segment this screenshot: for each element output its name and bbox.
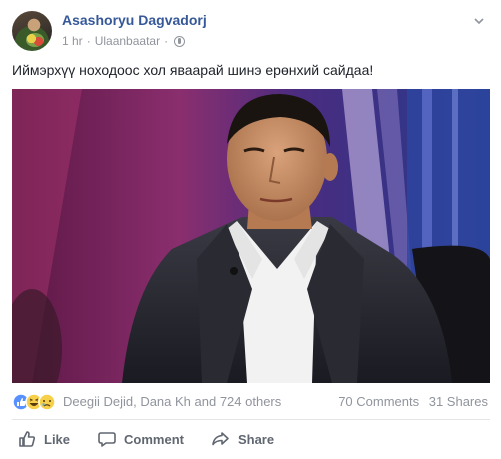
reaction-icons[interactable] <box>12 393 60 411</box>
comments-count[interactable]: 70 Comments <box>338 394 419 409</box>
shares-count[interactable]: 31 Shares <box>429 394 488 409</box>
post-meta: 1 hr · Ulaanbaatar · <box>62 34 186 48</box>
share-button[interactable]: Share <box>206 425 280 453</box>
globe-icon[interactable] <box>174 35 186 47</box>
share-icon <box>212 432 229 446</box>
actions-divider <box>12 419 490 420</box>
reaction-names[interactable]: Deegii Dejid, Dana Kh and 724 others <box>63 394 281 409</box>
post-photo[interactable] <box>12 89 490 383</box>
like-button[interactable]: Like <box>12 425 76 453</box>
comment-button[interactable]: Comment <box>92 425 190 453</box>
author-avatar[interactable] <box>12 11 52 51</box>
post-location[interactable]: Ulaanbaatar <box>95 34 160 48</box>
meta-separator-2: · <box>164 34 169 48</box>
photo-illustration <box>12 89 490 383</box>
comment-icon <box>98 432 116 447</box>
post-actions: Like Comment Share <box>12 424 490 454</box>
thumbs-up-icon <box>19 431 36 447</box>
like-label: Like <box>44 431 71 447</box>
post-card: Asashoryu Dagvadorj 1 hr · Ulaanbaatar ·… <box>0 0 501 459</box>
comment-label: Comment <box>124 431 184 447</box>
post-time[interactable]: 1 hr <box>62 34 83 48</box>
sad-reaction-icon <box>38 393 56 411</box>
author-name[interactable]: Asashoryu Dagvadorj <box>62 12 207 28</box>
share-label: Share <box>237 431 275 447</box>
meta-separator: · <box>86 34 91 48</box>
post-text: Иймэрхүү ноходоос хол яваарай шинэ ерөнх… <box>12 62 374 78</box>
chevron-down-icon[interactable] <box>474 16 484 26</box>
engagement-counts: 70 Comments 31 Shares <box>332 394 488 409</box>
avatar-flowers <box>26 33 44 47</box>
post-header: Asashoryu Dagvadorj 1 hr · Ulaanbaatar · <box>12 10 492 52</box>
reactions-bar: Deegii Dejid, Dana Kh and 724 others 70 … <box>12 392 490 412</box>
